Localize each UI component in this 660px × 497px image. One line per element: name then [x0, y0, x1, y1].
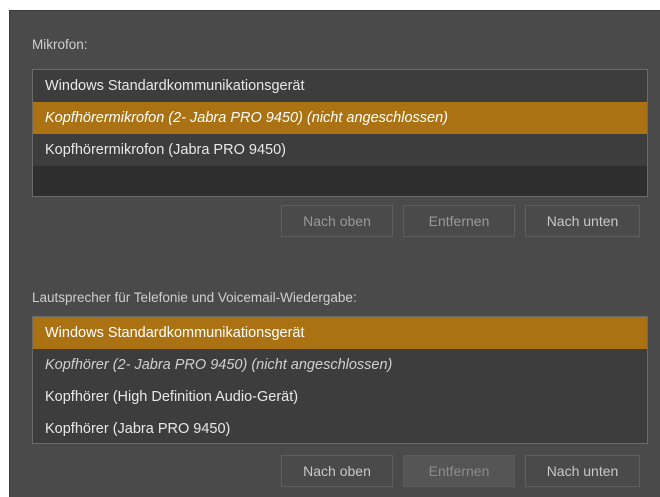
speaker-label: Lautsprecher für Telefonie und Voicemail… — [32, 290, 357, 305]
speaker-device-item[interactable]: Kopfhörer (Jabra PRO 9450) — [33, 413, 647, 443]
speaker-device-item[interactable]: Kopfhörer (2- Jabra PRO 9450) (nicht ang… — [33, 349, 647, 381]
speaker-device-item-selected[interactable]: Windows Standardkommunikationsgerät — [33, 317, 647, 349]
microphone-move-up-button[interactable]: Nach oben — [281, 205, 393, 237]
speaker-device-item[interactable]: Kopfhörer (High Definition Audio-Gerät) — [33, 381, 647, 413]
microphone-device-item[interactable]: Kopfhörermikrofon (Jabra PRO 9450) — [33, 134, 647, 166]
speaker-move-down-button[interactable]: Nach unten — [525, 455, 640, 487]
device-settings-panel: Mikrofon: Windows Standardkommunikations… — [9, 10, 660, 497]
speaker-remove-button[interactable]: Entfernen — [403, 455, 515, 487]
microphone-move-down-button[interactable]: Nach unten — [525, 205, 640, 237]
microphone-list-empty-area — [33, 166, 647, 196]
microphone-remove-button[interactable]: Entfernen — [403, 205, 515, 237]
microphone-label: Mikrofon: — [32, 37, 88, 52]
microphone-device-list[interactable]: Windows Standardkommunikationsgerät Kopf… — [32, 69, 648, 197]
microphone-device-item-selected[interactable]: Kopfhörermikrofon (2- Jabra PRO 9450) (n… — [33, 102, 647, 134]
speaker-move-up-button[interactable]: Nach oben — [281, 455, 393, 487]
microphone-device-item[interactable]: Windows Standardkommunikationsgerät — [33, 70, 647, 102]
speaker-device-list[interactable]: Windows Standardkommunikationsgerät Kopf… — [32, 316, 648, 444]
